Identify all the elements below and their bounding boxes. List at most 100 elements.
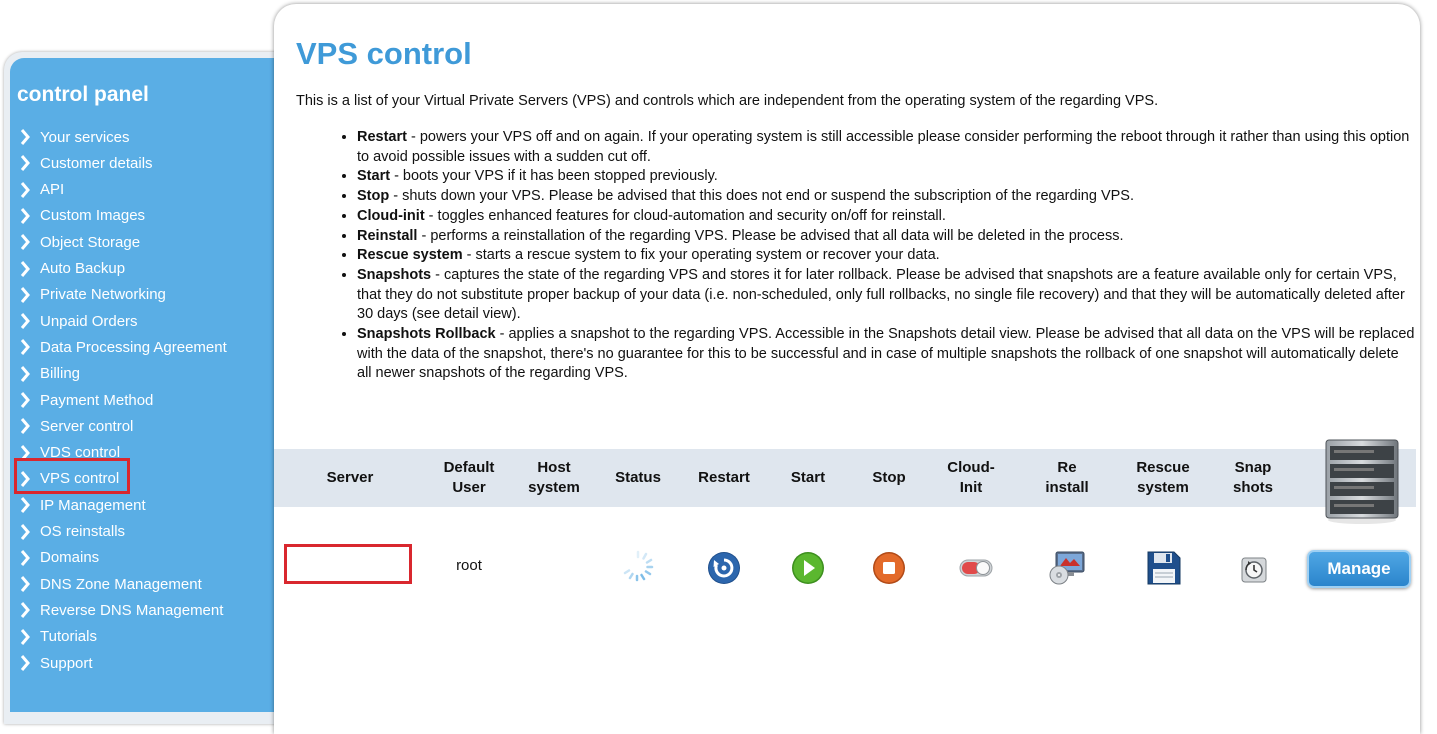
chevron-right-icon: [20, 260, 30, 277]
column-header-rescue-system: Rescue system: [1120, 449, 1206, 507]
sidebar-item-label: IP Management: [40, 496, 146, 514]
sidebar-title: control panel: [17, 83, 149, 106]
bullet-term: Snapshots: [357, 266, 432, 283]
list-item: Rescue system - starts a rescue system t…: [357, 246, 1417, 266]
sidebar-item-private-networking[interactable]: Private Networking: [20, 284, 166, 306]
sidebar: control panel Your services Customer det…: [4, 52, 280, 724]
sidebar-item-unpaid-orders[interactable]: Unpaid Orders: [20, 310, 138, 332]
sidebar-item-auto-backup[interactable]: Auto Backup: [20, 258, 125, 280]
sidebar-item-label: Tutorials: [40, 628, 97, 646]
host-system-cell: [512, 545, 596, 585]
sidebar-item-label: DNS Zone Management: [40, 575, 202, 593]
bullet-term: Rescue system: [357, 247, 463, 264]
list-item: Reinstall - performs a reinstallation of…: [357, 227, 1417, 247]
sidebar-item-api[interactable]: API: [20, 179, 64, 201]
chevron-right-icon: [20, 655, 30, 671]
sidebar-item-tutorials[interactable]: Tutorials: [20, 626, 97, 648]
sidebar-item-label: OS reinstalls: [40, 523, 126, 540]
bullet-term: Snapshots Rollback: [357, 326, 496, 343]
chevron-right-icon: [20, 392, 30, 408]
column-header-label: Rescue: [1136, 459, 1190, 476]
chevron-right-icon: [20, 497, 30, 514]
column-header-server: Server: [302, 449, 398, 507]
column-header-label: Init: [959, 479, 983, 496]
sidebar-item-server-control[interactable]: Server control: [20, 415, 133, 437]
bullet-text: - boots your VPS if it has been stopped …: [390, 168, 718, 185]
sidebar-item-your-services[interactable]: Your services: [20, 126, 130, 148]
main-panel: VPS control This is a list of your Virtu…: [274, 4, 1420, 734]
column-header-label: Default: [443, 459, 495, 476]
column-header-label: Start: [790, 469, 826, 486]
list-item: Cloud-init - toggles enhanced features f…: [357, 207, 1417, 227]
chevron-right-icon: [20, 207, 30, 224]
toggle-icon[interactable]: [958, 550, 994, 586]
column-header-restart: Restart: [680, 449, 768, 507]
bullet-text: - toggles enhanced features for cloud-au…: [424, 207, 946, 224]
chevron-right-icon: [20, 286, 30, 303]
chevron-right-icon: [20, 365, 30, 382]
sidebar-item-label: Unpaid Orders: [40, 312, 138, 330]
sidebar-item-dns-zone-management[interactable]: DNS Zone Management: [20, 573, 202, 595]
column-header-label: Server: [326, 469, 374, 486]
bullet-term: Start: [357, 168, 391, 185]
list-item: Stop - shuts down your VPS. Please be ad…: [357, 187, 1417, 207]
bullet-term: Restart: [357, 129, 407, 145]
page-title: VPS control: [296, 36, 472, 71]
chevron-right-icon: [20, 313, 30, 330]
column-header-label: install: [1045, 479, 1089, 496]
sidebar-item-label: Auto Backup: [40, 260, 126, 277]
server-name-cell[interactable]: [284, 544, 412, 584]
sidebar-item-billing[interactable]: Billing: [20, 363, 80, 385]
column-header-host-system: Host system: [512, 449, 596, 507]
sidebar-item-customer-details[interactable]: Customer details: [20, 152, 153, 174]
column-header-label: Host: [537, 459, 571, 476]
column-header-label: Status: [615, 469, 661, 486]
sidebar-item-data-processing-agreement[interactable]: Data Processing Agreement: [20, 336, 227, 358]
intro-text: This is a list of your Virtual Private S…: [296, 93, 1159, 109]
reinstall-icon[interactable]: [1046, 548, 1085, 585]
snapshot-icon[interactable]: [1236, 552, 1272, 588]
sidebar-item-label: Data Processing Agreement: [40, 338, 227, 356]
restart-icon[interactable]: [706, 550, 742, 586]
sidebar-item-reverse-dns-management[interactable]: Reverse DNS Management: [20, 599, 223, 621]
chevron-right-icon: [20, 576, 30, 593]
sidebar-item-payment-method[interactable]: Payment Method: [20, 389, 153, 411]
sidebar-item-object-storage[interactable]: Object Storage: [20, 231, 140, 253]
server-rack-icon: [1322, 438, 1402, 524]
sidebar-item-custom-images[interactable]: Custom Images: [20, 205, 145, 227]
controls-description-list: Restart - powers your VPS off and on aga…: [338, 128, 1417, 384]
sidebar-item-os-reinstalls[interactable]: OS reinstalls: [20, 521, 125, 543]
column-header-label: Cloud-: [947, 459, 995, 476]
sidebar-item-label: Your services: [40, 128, 130, 146]
sidebar-item-support[interactable]: Support: [20, 652, 93, 674]
list-item: Start - boots your VPS if it has been st…: [357, 167, 1417, 187]
chevron-right-icon: [20, 129, 30, 145]
list-item: Restart - powers your VPS off and on aga…: [357, 128, 1417, 167]
column-header-label: Restart: [698, 469, 750, 486]
sidebar-panel: control panel Your services Customer det…: [10, 58, 278, 712]
bullet-text: - shuts down your VPS. Please be advised…: [389, 188, 1135, 205]
sidebar-item-domains[interactable]: Domains: [20, 547, 99, 569]
floppy-disk-icon[interactable]: [1146, 550, 1182, 586]
bullet-text: - powers your VPS off and on again. If y…: [357, 129, 1410, 165]
chevron-right-icon: [20, 234, 30, 251]
column-header-stop: Stop: [848, 449, 930, 507]
play-icon[interactable]: [790, 550, 826, 586]
sidebar-item-label: Billing: [40, 365, 81, 383]
stop-icon[interactable]: [871, 550, 907, 586]
chevron-right-icon: [20, 523, 30, 540]
sidebar-item-label: Custom Images: [40, 207, 146, 225]
column-header-reinstall: Re install: [1022, 449, 1112, 507]
bullet-text: - performs a reinstallation of the regar…: [417, 227, 1124, 244]
loading-spinner-icon: [620, 548, 656, 584]
sidebar-item-label: Reverse DNS Management: [40, 601, 224, 619]
sidebar-item-label: Object Storage: [40, 233, 141, 251]
column-header-label: system: [1137, 479, 1189, 496]
bullet-term: Stop: [357, 188, 390, 205]
bullet-term: Cloud-init: [357, 207, 425, 224]
manage-button[interactable]: Manage: [1307, 550, 1411, 588]
column-header-default-user: Default User: [426, 449, 512, 507]
chevron-right-icon: [20, 339, 30, 356]
sidebar-item-ip-management[interactable]: IP Management: [20, 494, 146, 516]
column-header-label: Stop: [872, 469, 906, 486]
